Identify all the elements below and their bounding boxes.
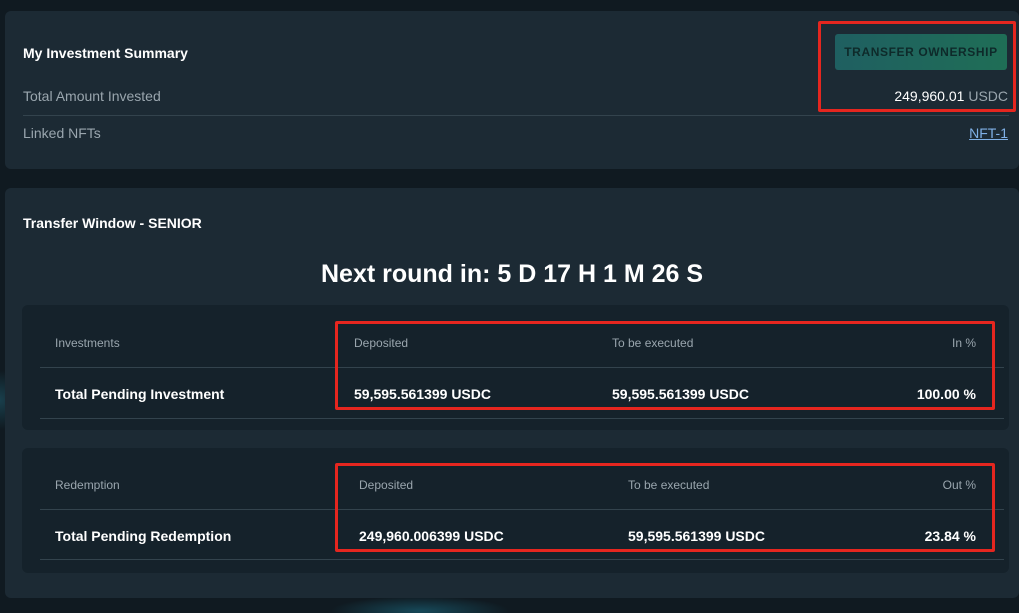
table-divider [40, 559, 1004, 560]
transfer-window-card: Transfer Window - SENIOR Next round in: … [5, 188, 1019, 598]
transfer-ownership-button[interactable]: TRANSFER OWNERSHIP [835, 34, 1007, 70]
pending-redemption-label: Total Pending Redemption [55, 528, 232, 544]
table-header-investments: Investments [55, 336, 120, 350]
pending-redemption-percent: 23.84 % [924, 528, 976, 544]
background-art [330, 596, 510, 613]
table-header-deposited: Deposited [359, 478, 414, 492]
pending-investment-deposited: 59,595.561399 USDC [354, 386, 491, 402]
transfer-window-title: Transfer Window - SENIOR [23, 215, 202, 231]
table-header-to-be-executed: To be executed [628, 478, 710, 492]
countdown-timer: Next round in: 5 D 17 H 1 M 26 S [320, 260, 704, 288]
table-header-out-percent: Out % [942, 478, 976, 492]
table-divider [40, 367, 1004, 368]
table-header-in-percent: In % [951, 336, 976, 350]
investment-summary-title: My Investment Summary [23, 45, 188, 61]
table-header-to-be-executed: To be executed [612, 336, 694, 350]
total-invested-value: 249,960.01 USDC [894, 88, 1008, 104]
pending-redemption-to-be-executed: 59,595.561399 USDC [628, 528, 765, 544]
pending-investment-percent: 100.00 % [916, 386, 976, 402]
total-invested-unit: USDC [968, 88, 1008, 104]
pending-investment-to-be-executed: 59,595.561399 USDC [612, 386, 749, 402]
page: My Investment Summary TRANSFER OWNERSHIP… [0, 0, 1019, 613]
investments-table: Investments Deposited To be executed In … [22, 305, 1009, 430]
total-invested-label: Total Amount Invested [23, 88, 161, 104]
pending-investment-label: Total Pending Investment [55, 386, 225, 402]
investment-summary-card: My Investment Summary TRANSFER OWNERSHIP… [5, 11, 1019, 169]
divider [23, 115, 1009, 116]
table-divider [40, 418, 1004, 419]
table-divider [40, 509, 1004, 510]
linked-nfts-label: Linked NFTs [23, 125, 101, 141]
nft-link[interactable]: NFT-1 [969, 125, 1008, 141]
table-header-redemption: Redemption [55, 478, 120, 492]
redemption-table: Redemption Deposited To be executed Out … [22, 448, 1009, 573]
total-invested-amount: 249,960.01 [894, 88, 965, 104]
table-header-deposited: Deposited [354, 336, 409, 350]
pending-redemption-deposited: 249,960.006399 USDC [359, 528, 504, 544]
